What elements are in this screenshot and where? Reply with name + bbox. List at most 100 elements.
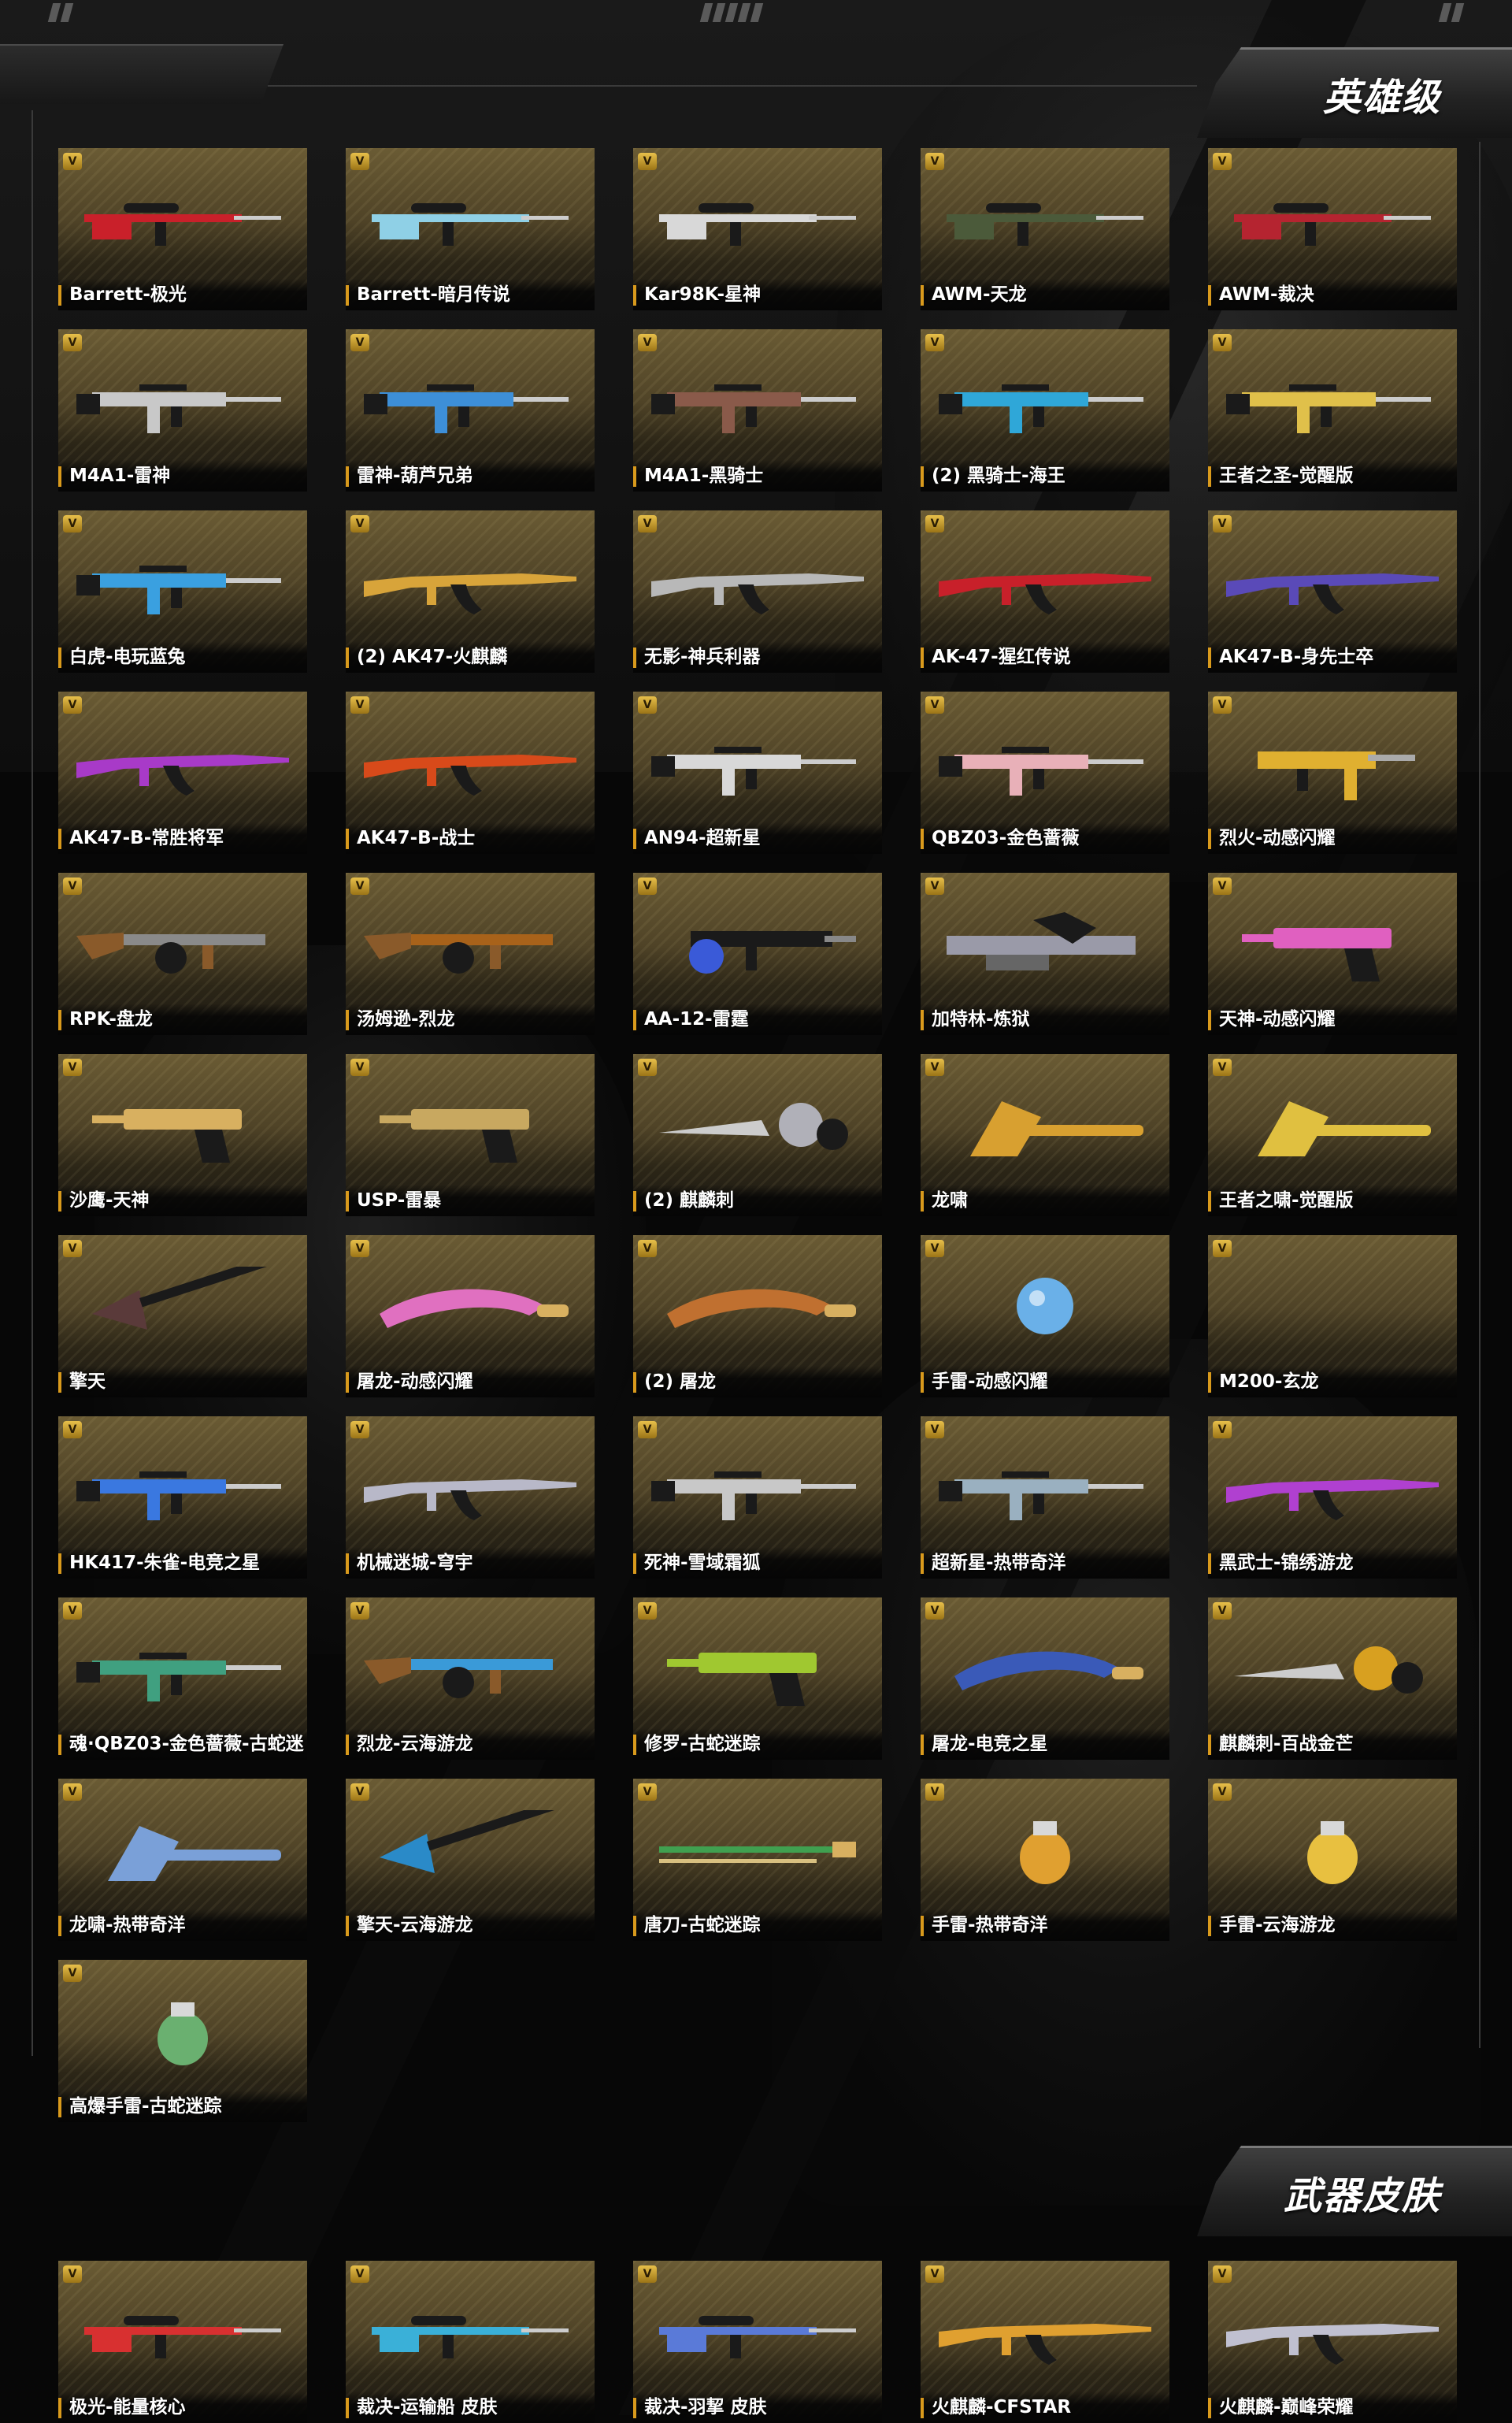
hero-weapon-card[interactable]: V M200-玄龙	[1208, 1235, 1457, 1397]
weapon-name: 魂·QBZ03-金色蔷薇-古蛇迷踪	[69, 1734, 304, 1754]
weapon-image	[1224, 2292, 1441, 2371]
hero-weapon-card[interactable]: V 龙啸	[921, 1054, 1169, 1216]
weapon-image	[1224, 1629, 1441, 1708]
hero-weapon-card[interactable]: V AA-12-雷霆	[633, 873, 882, 1035]
rarity-badge-icon: V	[925, 334, 944, 351]
hero-weapon-card[interactable]: V 王者之啸-觉醒版	[1208, 1054, 1457, 1216]
hero-weapon-card[interactable]: V 麒麟刺-百战金芒	[1208, 1597, 1457, 1760]
hero-weapon-card[interactable]: V 机械迷城-穹宇	[346, 1416, 595, 1579]
rarity-badge-icon: V	[1213, 1421, 1232, 1438]
weapon-name: 手雷-热带奇洋	[932, 1915, 1048, 1935]
hero-weapon-card[interactable]: V AN94-超新星	[633, 692, 882, 854]
weapon-image	[649, 361, 866, 440]
hero-weapon-card[interactable]: V 擎天-云海游龙	[346, 1779, 595, 1941]
rarity-badge-icon: V	[638, 878, 657, 895]
hero-weapon-card[interactable]: V 黑武士-锦绣游龙	[1208, 1416, 1457, 1579]
rarity-badge-icon: V	[925, 1240, 944, 1257]
hero-weapon-card[interactable]: V USP-雷暴	[346, 1054, 595, 1216]
weapon-name: 烈龙-云海游龙	[357, 1734, 473, 1754]
weapon-image	[361, 180, 579, 258]
hero-weapon-card[interactable]: V HK417-朱雀-电竞之星	[58, 1416, 307, 1579]
hero-weapon-card[interactable]: V 高爆手雷-古蛇迷踪	[58, 1960, 307, 2122]
hero-weapon-card[interactable]: V 烈龙-云海游龙	[346, 1597, 595, 1760]
hero-weapon-card[interactable]: V 死神-雪域霜狐	[633, 1416, 882, 1579]
hero-weapon-card[interactable]: V 天神-动感闪耀	[1208, 873, 1457, 1035]
skin-weapon-card[interactable]: V 裁决-羽挈 皮肤	[633, 2261, 882, 2423]
weapon-image	[936, 2292, 1154, 2371]
rarity-badge-icon: V	[1213, 1240, 1232, 1257]
hero-weapon-card[interactable]: V AWM-天龙	[921, 148, 1169, 310]
weapon-image	[649, 1448, 866, 1527]
hero-weapon-card[interactable]: V 屠龙-动感闪耀	[346, 1235, 595, 1397]
hero-weapon-card[interactable]: V 超新星-热带奇洋	[921, 1416, 1169, 1579]
hero-weapon-card[interactable]: V M4A1-雷神	[58, 329, 307, 492]
weapon-image	[649, 904, 866, 983]
hero-weapon-card[interactable]: V AK-47-猩红传说	[921, 510, 1169, 673]
skin-weapon-card[interactable]: V 裁决-运输船 皮肤	[346, 2261, 595, 2423]
hero-weapon-card[interactable]: V (2) 屠龙	[633, 1235, 882, 1397]
weapon-name: 白虎-电玩蓝兔	[69, 647, 186, 667]
hero-weapon-card[interactable]: V 修罗-古蛇迷踪	[633, 1597, 882, 1760]
weapon-image	[649, 180, 866, 258]
hero-weapon-card[interactable]: V Kar98K-星神	[633, 148, 882, 310]
hero-weapon-card[interactable]: V AK47-B-常胜将军	[58, 692, 307, 854]
hero-weapon-card[interactable]: V RPK-盘龙	[58, 873, 307, 1035]
rarity-badge-icon: V	[63, 1421, 82, 1438]
hero-weapon-card[interactable]: V Barrett-极光	[58, 148, 307, 310]
hero-weapon-card[interactable]: V 屠龙-电竞之星	[921, 1597, 1169, 1760]
weapon-image	[649, 2292, 866, 2371]
weapon-image	[74, 723, 291, 802]
hero-weapon-card[interactable]: V 擎天	[58, 1235, 307, 1397]
section-title-hero: 英雄级	[1322, 76, 1441, 120]
rarity-badge-icon: V	[638, 696, 657, 714]
weapon-name: 烈火-动感闪耀	[1219, 828, 1336, 848]
weapon-name: AK47-B-身先士卒	[1219, 647, 1374, 667]
rarity-badge-icon: V	[638, 1240, 657, 1257]
rarity-badge-icon: V	[925, 696, 944, 714]
skin-weapon-card[interactable]: V 火麒麟-巅峰荣耀	[1208, 2261, 1457, 2423]
rarity-badge-icon: V	[925, 1421, 944, 1438]
weapon-name: 唐刀-古蛇迷踪	[644, 1915, 761, 1935]
weapon-image	[936, 1267, 1154, 1345]
weapon-name: AA-12-雷霆	[644, 1009, 749, 1030]
weapon-image	[936, 723, 1154, 802]
hero-weapon-card[interactable]: V 烈火-动感闪耀	[1208, 692, 1457, 854]
hero-weapon-card[interactable]: V AWM-裁决	[1208, 148, 1457, 310]
hero-weapon-card[interactable]: V 王者之圣-觉醒版	[1208, 329, 1457, 492]
skin-weapon-card[interactable]: V 火麒麟-CFSTAR	[921, 2261, 1169, 2423]
weapon-image	[1224, 1810, 1441, 1889]
hero-weapon-card[interactable]: V QBZ03-金色蔷薇	[921, 692, 1169, 854]
hero-weapon-card[interactable]: V AK47-B-战士	[346, 692, 595, 854]
hero-weapon-card[interactable]: V 魂·QBZ03-金色蔷薇-古蛇迷踪	[58, 1597, 307, 1760]
weapon-name: 屠龙-电竞之星	[932, 1734, 1048, 1754]
hero-weapon-card[interactable]: V 白虎-电玩蓝兔	[58, 510, 307, 673]
hero-weapon-card[interactable]: V 手雷-云海游龙	[1208, 1779, 1457, 1941]
hero-weapon-card[interactable]: V 手雷-动感闪耀	[921, 1235, 1169, 1397]
weapon-image	[74, 904, 291, 983]
hero-weapon-card[interactable]: V 手雷-热带奇洋	[921, 1779, 1169, 1941]
hero-weapon-card[interactable]: V 唐刀-古蛇迷踪	[633, 1779, 882, 1941]
hero-weapon-card[interactable]: V M4A1-黑骑士	[633, 329, 882, 492]
section-title-skins: 武器皮肤	[1283, 2174, 1441, 2218]
weapon-name: 麒麟刺-百战金芒	[1219, 1734, 1354, 1754]
rarity-badge-icon: V	[350, 515, 369, 532]
hero-weapon-card[interactable]: V 沙鹰-天神	[58, 1054, 307, 1216]
weapon-image	[936, 1629, 1154, 1708]
hero-weapon-card[interactable]: V 雷神-葫芦兄弟	[346, 329, 595, 492]
hero-weapon-card[interactable]: V AK47-B-身先士卒	[1208, 510, 1457, 673]
weapon-image	[361, 723, 579, 802]
hero-weapon-card[interactable]: V Barrett-暗月传说	[346, 148, 595, 310]
weapon-name: Barrett-暗月传说	[357, 284, 510, 305]
hero-weapon-card[interactable]: V 无影-神兵利器	[633, 510, 882, 673]
hero-weapon-card[interactable]: V 龙啸-热带奇洋	[58, 1779, 307, 1941]
weapon-image	[361, 1448, 579, 1527]
hero-weapon-card[interactable]: V (2) 黑骑士-海王	[921, 329, 1169, 492]
hero-weapon-card[interactable]: V (2) AK47-火麒麟	[346, 510, 595, 673]
hero-weapon-card[interactable]: V (2) 麒麟刺	[633, 1054, 882, 1216]
weapon-image	[1224, 904, 1441, 983]
hero-weapon-card[interactable]: V 加特林-炼狱	[921, 873, 1169, 1035]
rarity-badge-icon: V	[925, 2265, 944, 2283]
rarity-badge-icon: V	[925, 1783, 944, 1801]
hero-weapon-card[interactable]: V 汤姆逊-烈龙	[346, 873, 595, 1035]
skin-weapon-card[interactable]: V 极光-能量核心	[58, 2261, 307, 2423]
